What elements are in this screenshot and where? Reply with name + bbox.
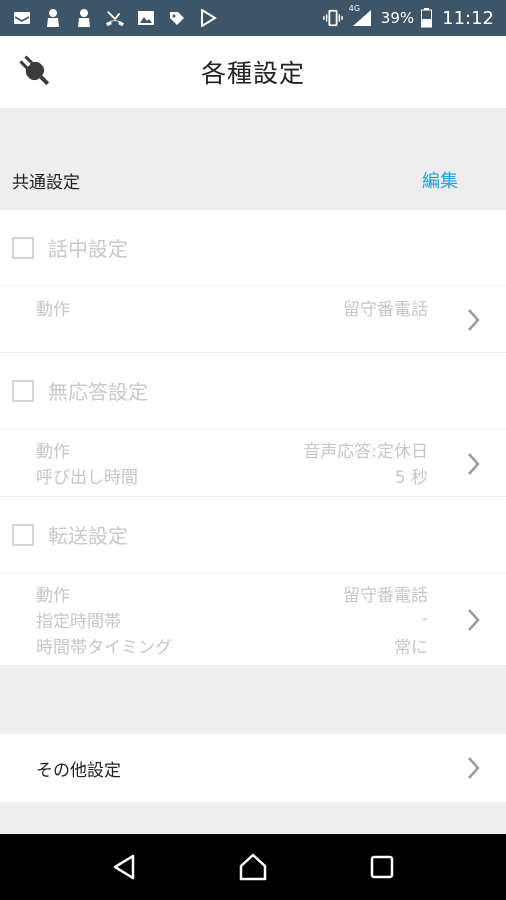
- detail-key: 動作: [36, 441, 70, 462]
- clock: 11:12: [442, 7, 494, 29]
- no-answer-detail-row[interactable]: 動作 音声応答:定休日 呼び出し時間 5 秒: [0, 429, 506, 497]
- no-answer-setting-toggle[interactable]: 無応答設定: [0, 353, 506, 429]
- status-bar: 4G 39% 11:12: [0, 0, 506, 36]
- play-store-icon: [198, 8, 218, 28]
- detail-line: 呼び出し時間 5 秒: [36, 462, 428, 488]
- section-spacer: [0, 108, 506, 150]
- map-pin-icon: [167, 8, 187, 28]
- no-answer-setting-label: 無応答設定: [48, 380, 148, 404]
- chevron-right-icon: [468, 453, 480, 475]
- network-label: 4G: [348, 4, 361, 13]
- no-answer-checkbox[interactable]: [12, 379, 34, 402]
- detail-line: 指定時間帯 -: [36, 606, 428, 632]
- person-icon: [43, 8, 63, 28]
- back-icon[interactable]: [104, 847, 144, 887]
- signal-icon: 4G: [349, 4, 375, 28]
- detail-value: 留守番電話: [343, 585, 428, 606]
- chevron-right-icon: [468, 309, 480, 331]
- other-settings-label: その他設定: [36, 760, 121, 781]
- person-icon: [74, 8, 94, 28]
- common-settings-header: 共通設定 編集: [0, 150, 506, 210]
- detail-value: -: [421, 609, 428, 629]
- battery-percent: 39%: [380, 9, 415, 27]
- settings-list: 話中設定 動作 留守番電話 無応答設定 動作 音声応答:定休日 呼び出し時間 5…: [0, 210, 506, 665]
- chevron-right-icon: [468, 757, 480, 779]
- detail-key: 動作: [36, 585, 70, 606]
- detail-value: 5 秒: [394, 467, 428, 488]
- busy-setting-label: 話中設定: [48, 237, 128, 261]
- common-settings-label: 共通設定: [12, 172, 80, 193]
- navigation-bar: [0, 834, 506, 900]
- app-header: 各種設定: [0, 36, 506, 108]
- forward-setting-toggle[interactable]: 転送設定: [0, 497, 506, 573]
- detail-value: 音声応答:定休日: [303, 441, 428, 462]
- busy-checkbox[interactable]: [12, 236, 34, 259]
- image-icon: [136, 8, 156, 28]
- busy-detail-row[interactable]: 動作 留守番電話: [0, 286, 506, 353]
- forward-setting-label: 転送設定: [48, 524, 128, 548]
- battery-icon: [420, 8, 432, 28]
- detail-line: 動作 音声応答:定休日: [36, 436, 428, 462]
- notification-icons: [12, 8, 218, 28]
- detail-key: 時間帯タイミング: [36, 637, 172, 658]
- detail-line: 動作 留守番電話: [36, 580, 428, 606]
- detail-line: 時間帯タイミング 常に: [36, 632, 428, 658]
- forward-detail-row[interactable]: 動作 留守番電話 指定時間帯 - 時間帯タイミング 常に: [0, 573, 506, 665]
- recents-icon[interactable]: [362, 847, 402, 887]
- edit-button[interactable]: 編集: [422, 167, 458, 193]
- detail-line: 動作 留守番電話: [36, 294, 428, 320]
- detail-key: 動作: [36, 299, 70, 320]
- other-settings-row[interactable]: その他設定: [0, 734, 506, 802]
- missed-call-icon: [105, 8, 125, 28]
- detail-key: 指定時間帯: [36, 611, 121, 632]
- page-title: 各種設定: [200, 59, 305, 88]
- section-spacer: [0, 802, 506, 834]
- section-spacer: [0, 665, 506, 734]
- home-icon[interactable]: [233, 847, 273, 887]
- plug-icon: [14, 50, 56, 92]
- chevron-right-icon: [468, 609, 480, 631]
- detail-value: 常に: [394, 637, 428, 658]
- mail-icon: [12, 8, 32, 28]
- vibrate-icon: [322, 8, 343, 28]
- forward-checkbox[interactable]: [12, 523, 34, 546]
- detail-value: 留守番電話: [343, 299, 428, 320]
- system-status: 4G 39% 11:12: [322, 4, 494, 29]
- busy-setting-toggle[interactable]: 話中設定: [0, 210, 506, 286]
- detail-key: 呼び出し時間: [36, 467, 138, 488]
